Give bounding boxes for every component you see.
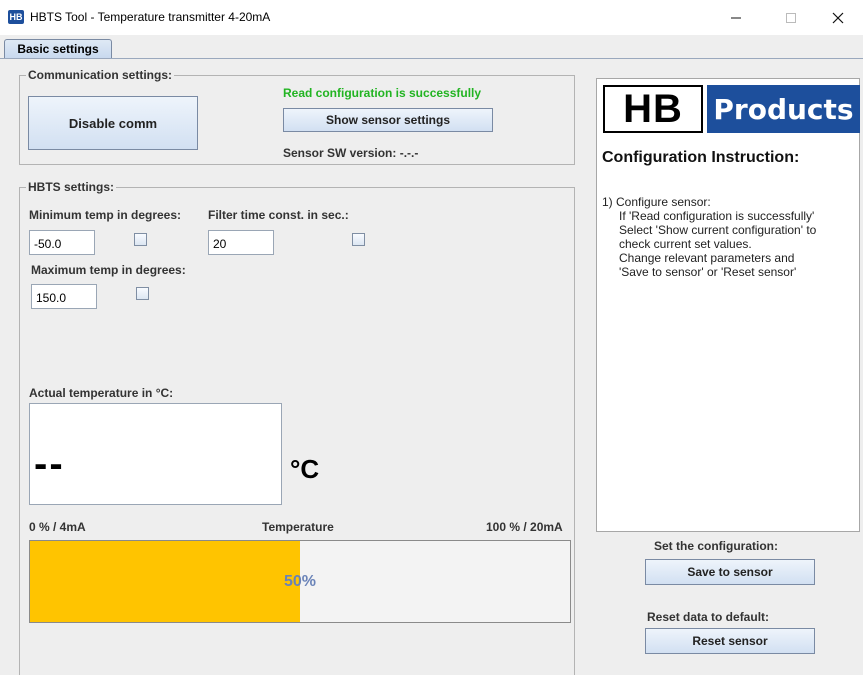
min-temp-checkbox[interactable] — [134, 233, 147, 246]
instruction-line: If 'Read configuration is successfully' — [619, 209, 815, 223]
instruction-panel: HB Products Configuration Instruction: 1… — [596, 78, 860, 532]
temperature-progress-bar: 50% — [29, 540, 571, 623]
communication-settings-title: Communication settings: — [26, 68, 175, 82]
range-low-label: 0 % / 4mA — [29, 520, 86, 534]
save-to-sensor-button[interactable]: Save to sensor — [645, 559, 815, 585]
reset-default-label: Reset data to default: — [647, 610, 770, 624]
sensor-sw-version: Sensor SW version: -.-.- — [283, 146, 419, 160]
instruction-line: 'Save to sensor' or 'Reset sensor' — [619, 265, 797, 279]
reset-sensor-button[interactable]: Reset sensor — [645, 628, 815, 654]
close-icon — [832, 12, 844, 23]
tab-divider — [0, 58, 863, 59]
filter-time-label: Filter time const. in sec.: — [208, 208, 349, 222]
disable-comm-button[interactable]: Disable comm — [28, 96, 198, 150]
maximize-icon — [786, 12, 796, 23]
close-button[interactable] — [815, 0, 861, 35]
tab-basic-settings[interactable]: Basic settings — [4, 39, 112, 59]
progress-text: 50% — [283, 572, 317, 590]
logo-products: Products — [707, 85, 860, 133]
minimize-button[interactable] — [713, 0, 759, 35]
actual-temp-value: -- — [34, 442, 65, 486]
app-icon: HB — [8, 10, 24, 24]
maximize-button[interactable] — [768, 0, 814, 35]
temp-unit: °C — [290, 454, 320, 484]
max-temp-input[interactable]: 150.0 — [31, 284, 97, 309]
instruction-line: 1) Configure sensor: — [602, 195, 711, 209]
max-temp-checkbox[interactable] — [136, 287, 149, 300]
max-temp-label: Maximum temp in degrees: — [31, 263, 186, 277]
minimize-icon — [731, 17, 741, 18]
min-temp-input[interactable]: -50.0 — [29, 230, 95, 255]
instruction-line: Change relevant parameters and — [619, 251, 795, 265]
instruction-line: Select 'Show current configuration' to — [619, 223, 817, 237]
title-bar: HB HBTS Tool - Temperature transmitter 4… — [0, 0, 863, 35]
show-sensor-settings-button[interactable]: Show sensor settings — [283, 108, 493, 132]
hb-products-logo: HB Products — [603, 85, 860, 134]
configuration-instruction-title: Configuration Instruction: — [602, 149, 800, 166]
hbts-settings-title: HBTS settings: — [26, 180, 117, 194]
actual-temp-label: Actual temperature in °C: — [29, 386, 174, 400]
filter-time-checkbox[interactable] — [352, 233, 365, 246]
client-area: Basic settings Communication settings: D… — [0, 35, 863, 675]
range-high-label: 100 % / 20mA — [486, 520, 563, 534]
min-temp-label: Minimum temp in degrees: — [29, 208, 182, 222]
range-mid-label: Temperature — [262, 520, 334, 534]
instruction-line: check current set values. — [619, 237, 752, 251]
filter-time-input[interactable]: 20 — [208, 230, 274, 255]
logo-hb: HB — [603, 85, 703, 133]
status-text: Read configuration is successfully — [283, 86, 482, 100]
actual-temp-display: -- — [29, 403, 282, 505]
set-configuration-label: Set the configuration: — [654, 539, 778, 553]
window-title: HBTS Tool - Temperature transmitter 4-20… — [30, 10, 271, 24]
